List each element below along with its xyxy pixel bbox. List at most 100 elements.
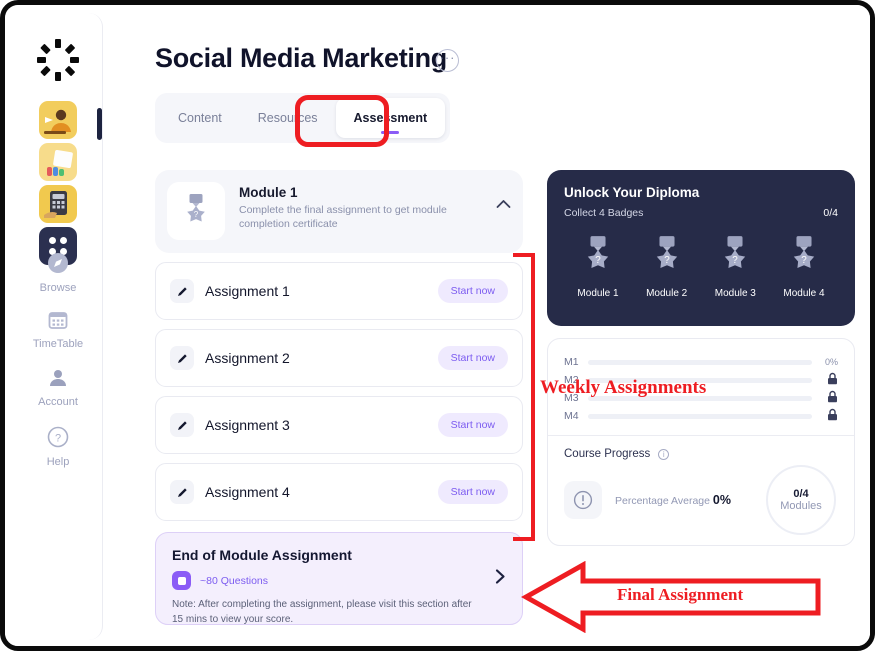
course-thumb-2[interactable] [38, 143, 77, 181]
tab-bar: Content Resources Assessment [155, 93, 451, 143]
badge-label: Module 1 [577, 288, 619, 299]
compass-icon [13, 251, 103, 278]
chevron-up-icon[interactable] [496, 196, 511, 213]
sidebar-widgets-column: Unlock Your Diploma Collect 4 Badges 0/4… [547, 170, 855, 546]
folder-icon [172, 571, 191, 590]
course-progress-body: Percentage Average 0% 0/4 Modules [564, 465, 838, 535]
table-row[interactable]: Assignment 1 Start now [155, 262, 523, 320]
svg-text:?: ? [595, 255, 601, 266]
progress-bar [588, 377, 812, 383]
lock-icon [812, 408, 838, 424]
module-progress-label: M1 [564, 356, 579, 368]
sidebar-item-browse[interactable]: Browse [13, 251, 103, 294]
end-of-module-title: End of Module Assignment [172, 547, 352, 563]
lock-icon [812, 372, 838, 388]
start-now-button[interactable]: Start now [437, 279, 508, 303]
module-header-card[interactable]: ? Module 1 Complete the final assignment… [155, 170, 523, 253]
assignment-name: Assignment 2 [205, 350, 290, 366]
course-thumbnail-calculator-icon [43, 191, 67, 218]
pencil-icon [170, 480, 194, 504]
pencil-icon [170, 346, 194, 370]
list-item: M1 0% [564, 353, 838, 371]
tab-assessment[interactable]: Assessment [335, 98, 446, 138]
start-now-button[interactable]: Start now [437, 346, 508, 370]
start-now-button[interactable]: Start now [437, 480, 508, 504]
calendar-icon [13, 309, 103, 334]
person-icon [13, 367, 103, 392]
chevron-right-icon[interactable] [495, 568, 506, 589]
start-now-button[interactable]: Start now [437, 413, 508, 437]
percentage-average-value: 0% [712, 493, 731, 507]
list-item[interactable]: ? Module 4 [770, 235, 838, 299]
sidebar-item-help[interactable]: ? Help [13, 425, 103, 468]
list-item[interactable]: ? Module 1 [564, 235, 632, 299]
course-thumb-3[interactable] [38, 185, 77, 223]
badge-label: Module 2 [646, 288, 688, 299]
svg-text:?: ? [664, 255, 670, 266]
module-description: Complete the final assignment to get mod… [239, 204, 447, 231]
progress-card: M1 0% M2 M3 M4 Course Progress i Percent… [547, 338, 855, 546]
lock-icon [812, 390, 838, 406]
progress-bar [588, 359, 812, 365]
module-progress-label: M3 [564, 392, 579, 404]
sidebar-scrollbar-thumb[interactable] [97, 108, 102, 140]
modules-progress-donut: 0/4 Modules [766, 465, 836, 535]
module-progress-label: M2 [564, 374, 579, 386]
table-row[interactable]: Assignment 4 Start now [155, 463, 523, 521]
course-thumbnail-presenter-icon [43, 109, 71, 134]
end-of-module-questions: ~80 Questions [172, 571, 506, 590]
divider [548, 435, 854, 436]
list-item: M3 [564, 389, 838, 407]
tab-resources[interactable]: Resources [240, 98, 336, 138]
screenshot-frame: Browse TimeTable Account ? Help Social M… [0, 0, 875, 651]
badge-label: Module 4 [783, 288, 825, 299]
end-of-module-note: Note: After completing the assignment, p… [172, 599, 472, 625]
canvas-ring-logo-svg [36, 39, 79, 81]
diploma-badge-count: 0/4 [823, 207, 838, 219]
list-item: M4 [564, 407, 838, 425]
sidebar-item-label: Account [38, 396, 78, 408]
course-progress-header: Course Progress i [564, 448, 838, 460]
locked-medal-badge-icon: ? [656, 236, 677, 268]
list-item: M2 [564, 371, 838, 389]
ellipsis-icon[interactable]: ··· [436, 49, 459, 72]
diploma-badge-list: ? Module 1 ? Module 2 ? Module 3 ? Modul… [564, 235, 838, 299]
progress-bar [588, 395, 812, 401]
progress-bar [588, 413, 812, 419]
alert-circle-icon [564, 481, 602, 519]
course-thumbnail-list [38, 101, 77, 269]
sidebar-item-timetable[interactable]: TimeTable [13, 309, 103, 350]
pencil-icon [170, 279, 194, 303]
sidebar: Browse TimeTable Account ? Help [13, 13, 103, 640]
canvas-ring-logo[interactable] [35, 37, 81, 83]
svg-text:?: ? [733, 255, 739, 266]
progress-percent: 0% [824, 357, 838, 367]
table-row[interactable]: Assignment 3 Start now [155, 396, 523, 454]
app-window: Browse TimeTable Account ? Help Social M… [5, 5, 870, 646]
module-text: Module 1 Complete the final assignment t… [239, 182, 496, 231]
course-thumbnail-notebook-icon [46, 149, 73, 176]
module-name: Module 1 [239, 185, 298, 200]
question-circle-icon: ? [13, 425, 103, 452]
badge-label: Module 3 [714, 288, 756, 299]
list-item[interactable]: ? Module 3 [701, 235, 769, 299]
end-of-module-assignment-card[interactable]: End of Module Assignment ~80 Questions N… [155, 532, 523, 625]
assessment-list-column: ? Module 1 Complete the final assignment… [155, 170, 523, 625]
list-item[interactable]: ? Module 2 [633, 235, 701, 299]
page-title: Social Media Marketing [155, 43, 447, 73]
locked-medal-badge-icon: ? [167, 182, 225, 240]
sidebar-item-account[interactable]: Account [13, 367, 103, 408]
info-icon[interactable]: i [658, 448, 670, 460]
diploma-title: Unlock Your Diploma [564, 185, 700, 200]
donut-value: 0/4 [793, 488, 809, 500]
table-row[interactable]: Assignment 2 Start now [155, 329, 523, 387]
locked-medal-badge-icon: ? [725, 236, 746, 268]
tab-content[interactable]: Content [160, 98, 240, 138]
unlock-diploma-card: Unlock Your Diploma Collect 4 Badges 0/4… [547, 170, 855, 326]
course-thumb-1[interactable] [38, 101, 77, 139]
svg-text:?: ? [55, 433, 61, 445]
questions-count: ~80 Questions [200, 574, 269, 587]
assignment-name: Assignment 1 [205, 283, 290, 299]
diploma-subtitle: Collect 4 Badges [564, 207, 644, 219]
sidebar-item-label: Browse [39, 282, 77, 294]
